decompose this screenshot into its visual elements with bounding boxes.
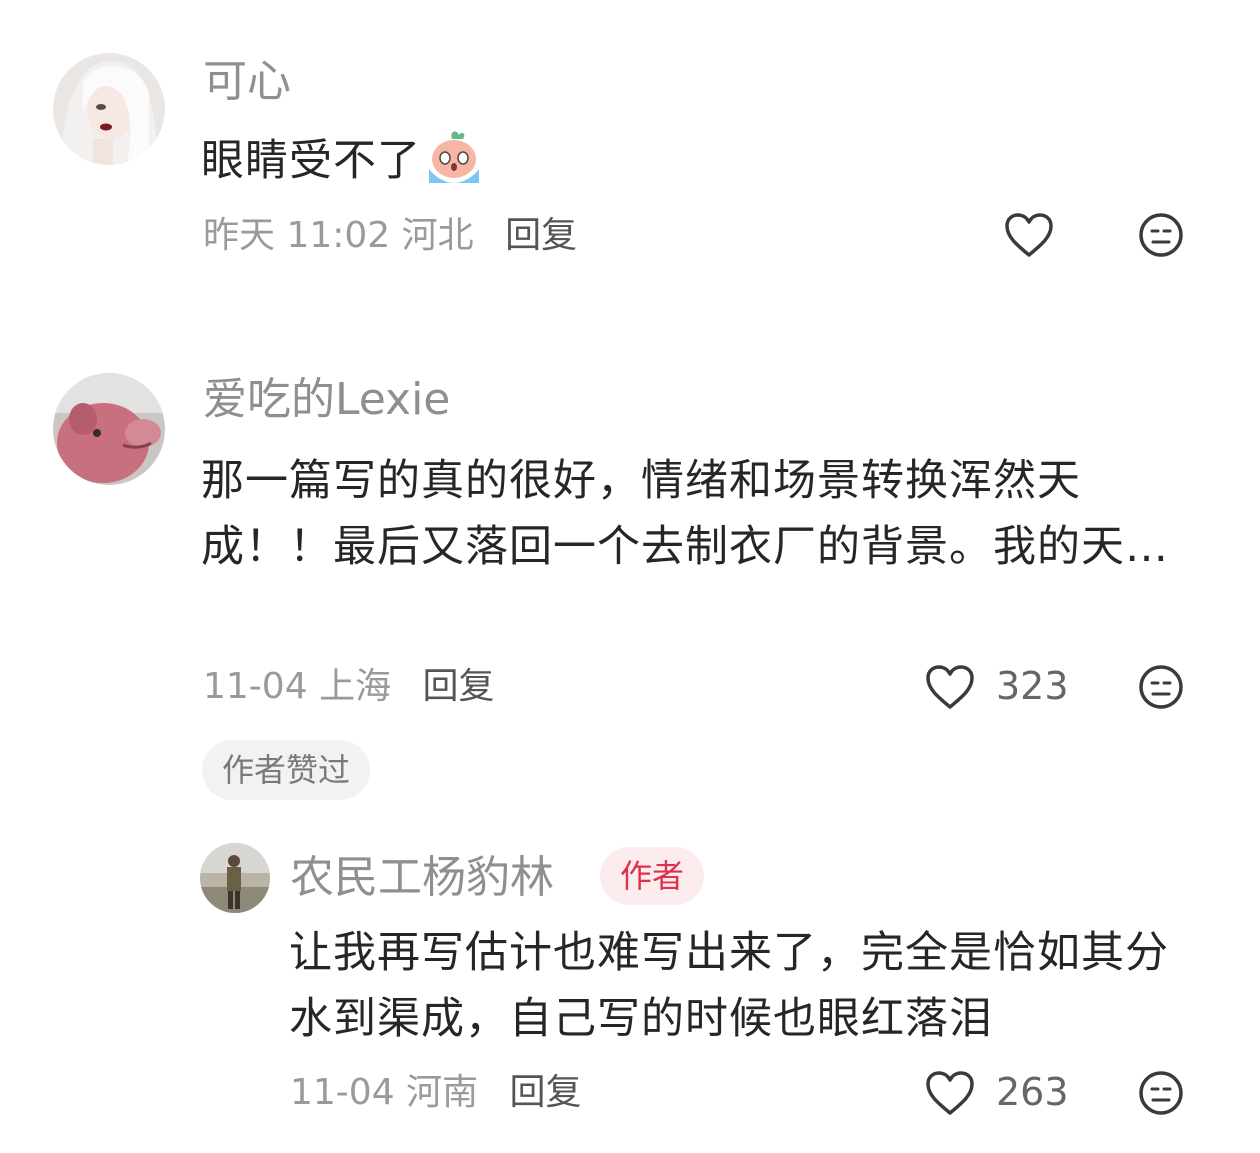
comment-username[interactable]: 可心 xyxy=(203,60,291,104)
avatar[interactable] xyxy=(53,373,165,485)
comment-username[interactable]: 爱吃的Lexie xyxy=(203,378,450,422)
like-count: 323 xyxy=(996,664,1069,708)
heart-outline-icon[interactable] xyxy=(924,1069,976,1117)
comment-location: 上海 xyxy=(319,666,392,707)
heart-outline-icon[interactable] xyxy=(1003,211,1055,259)
reply-text: 让我再写估计也难写出来了，完全是恰如其分水到渠成，自己写的时候也眼红落泪 xyxy=(289,928,1169,1044)
reply-meta: 11-04 河南 回复 xyxy=(290,1075,582,1111)
neutral-face-icon[interactable] xyxy=(1137,663,1185,711)
comment-meta: 昨天 11:02 河北 回复 xyxy=(203,218,577,254)
neutral-face-icon[interactable] xyxy=(1137,1069,1185,1117)
avatar[interactable] xyxy=(200,843,270,913)
like-count: 263 xyxy=(996,1070,1069,1114)
comment-time: 昨天 11:02 xyxy=(203,215,391,256)
author-liked-badge: 作者赞过 xyxy=(202,740,371,800)
comment-text: 那一篇写的真的很好，情绪和场景转换浑然天成！！最后又落回一个去制衣厂的背景。我的… xyxy=(201,456,1169,572)
reply-button[interactable]: 回复 xyxy=(510,1072,582,1113)
comment-location: 河北 xyxy=(401,215,474,256)
reply-username[interactable]: 农民工杨豹林 xyxy=(290,856,554,900)
comment-text-content: 眼睛受不了 xyxy=(201,136,421,186)
reply-location: 河南 xyxy=(406,1072,479,1113)
crying-peach-emoji xyxy=(425,129,483,185)
heart-outline-icon[interactable] xyxy=(924,663,976,711)
comment-time: 11-04 xyxy=(203,666,308,707)
neutral-face-icon[interactable] xyxy=(1137,211,1185,259)
avatar[interactable] xyxy=(53,53,165,165)
reply-button[interactable]: 回复 xyxy=(423,666,495,707)
reply-button[interactable]: 回复 xyxy=(505,215,577,256)
comment-meta: 11-04 上海 回复 xyxy=(203,669,495,705)
reply-time: 11-04 xyxy=(290,1072,395,1113)
comment-text: 眼睛受不了 xyxy=(201,128,1181,194)
author-tag: 作者 xyxy=(600,847,705,905)
